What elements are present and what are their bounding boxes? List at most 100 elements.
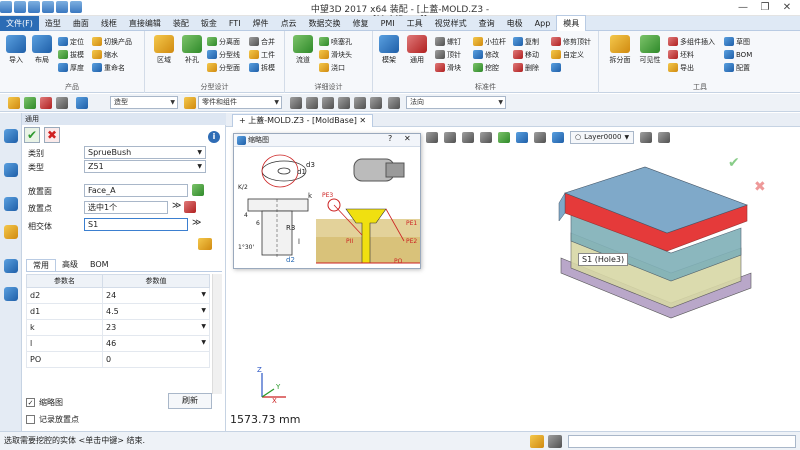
pick-face-icon[interactable] xyxy=(192,184,204,196)
menu-direct-edit[interactable]: 直接编辑 xyxy=(123,16,167,31)
open-file-icon[interactable] xyxy=(28,1,40,13)
param-value[interactable]: 4.5 ▼ xyxy=(102,303,210,320)
modify-button[interactable]: 挖腔 xyxy=(473,62,499,73)
cancel-button[interactable]: ✖ xyxy=(44,127,60,143)
rename-button[interactable]: 重命名 xyxy=(92,62,125,73)
section-icon[interactable] xyxy=(516,131,528,143)
menu-mold[interactable]: 模具 xyxy=(556,15,587,31)
snap5-icon[interactable] xyxy=(354,97,366,109)
minus-icon[interactable] xyxy=(40,97,52,109)
menu-data-exchange[interactable]: 数据交换 xyxy=(303,16,347,31)
thumbnail-checkbox[interactable]: ✓ 缩略图 xyxy=(26,397,63,408)
background-icon[interactable] xyxy=(552,131,564,143)
slider-button[interactable]: 小拉杆 xyxy=(473,36,506,47)
menu-tools[interactable]: 工具 xyxy=(401,16,429,31)
confirm-check-icon[interactable]: ✔ xyxy=(728,155,740,171)
pocket-button[interactable]: 复制 xyxy=(513,36,539,47)
command-input[interactable] xyxy=(568,435,796,448)
visibility-button[interactable]: 可见性 xyxy=(636,35,664,65)
menu-sheetmetal[interactable]: 钣金 xyxy=(195,16,223,31)
filter-combo[interactable]: 零件和组件 ▼ xyxy=(198,96,282,109)
small-pull-rod-button[interactable]: 修改 xyxy=(473,49,499,60)
snap2-icon[interactable] xyxy=(306,97,318,109)
save-icon[interactable] xyxy=(42,1,54,13)
intersect-body-field[interactable]: S1 xyxy=(84,218,188,231)
grid-toggle-icon[interactable] xyxy=(530,435,544,448)
app-logo-icon[interactable] xyxy=(0,1,12,13)
menu-pmi[interactable]: PMI xyxy=(375,16,401,31)
double-chevron-icon[interactable]: ≫ xyxy=(172,201,181,211)
menu-file[interactable]: 文件(F) xyxy=(0,15,39,31)
delete-button[interactable]: 修剪顶针 xyxy=(551,36,591,47)
snap7-icon[interactable] xyxy=(388,97,400,109)
refresh-button[interactable]: 刷新 xyxy=(168,393,212,409)
slider-head-button[interactable]: 滑块头 xyxy=(319,49,352,60)
user-icon[interactable] xyxy=(4,287,18,301)
ok-button[interactable]: ✔ xyxy=(24,127,40,143)
menu-weldment[interactable]: 焊件 xyxy=(247,16,275,31)
param-value[interactable]: 46 ▼ xyxy=(102,335,210,352)
place-point-field[interactable]: 选中1个 xyxy=(84,201,168,214)
mode-combo[interactable]: 造型 ▼ xyxy=(110,96,178,109)
ejector-pin-button[interactable]: 顶针 xyxy=(435,49,461,60)
menu-visual-style[interactable]: 视觉样式 xyxy=(429,16,473,31)
window-toggle-icon[interactable] xyxy=(548,435,562,448)
table-scrollbar[interactable] xyxy=(212,274,222,394)
menu-repair[interactable]: 修复 xyxy=(347,16,375,31)
parts-filter-icon[interactable] xyxy=(184,97,196,109)
region-button[interactable]: 区域 xyxy=(151,35,177,65)
select-icon[interactable] xyxy=(8,97,20,109)
tab-common[interactable]: 常用 xyxy=(26,259,56,271)
screw-button[interactable]: 螺钉 xyxy=(435,36,461,47)
menu-fti[interactable]: FTI xyxy=(223,16,247,31)
help-icon[interactable]: ? xyxy=(388,134,392,143)
fit-icon[interactable] xyxy=(462,131,474,143)
properties-icon[interactable] xyxy=(4,259,18,273)
layer-settings-icon[interactable] xyxy=(640,131,653,143)
menu-app[interactable]: App xyxy=(529,16,557,31)
redo-icon[interactable] xyxy=(70,1,82,13)
custom-button[interactable] xyxy=(551,62,563,73)
graphics-viewport[interactable]: + 上蓋-MOLD.Z3 - [MoldBase] ✕ ○ Layer0000 ▼ … xyxy=(226,113,800,431)
expand-chevron-icon[interactable]: ≫ xyxy=(192,218,201,228)
runner-button[interactable]: 流道 xyxy=(289,35,317,65)
brush-icon[interactable] xyxy=(198,238,212,250)
position-button[interactable]: 定位 xyxy=(58,36,84,47)
param-value[interactable]: 23 ▼ xyxy=(102,319,210,336)
multi-insert-button[interactable]: 多组件插入 xyxy=(668,36,715,47)
add-tab-icon[interactable]: + xyxy=(239,116,248,125)
copy-button[interactable]: 移动 xyxy=(513,49,539,60)
snap-icon[interactable] xyxy=(290,97,302,109)
cancel-x-icon[interactable]: ✖ xyxy=(754,179,766,195)
menu-point-cloud[interactable]: 点云 xyxy=(275,16,303,31)
snap6-icon[interactable] xyxy=(370,97,382,109)
view-manager-icon[interactable] xyxy=(4,225,18,239)
sketch-button[interactable]: 草图 xyxy=(724,36,750,47)
lifter-button[interactable]: 滑块 xyxy=(435,62,461,73)
move-button[interactable]: 删除 xyxy=(513,62,539,73)
new-file-icon[interactable] xyxy=(14,1,26,13)
snap4-icon[interactable] xyxy=(338,97,350,109)
view-settings-icon[interactable] xyxy=(658,131,671,143)
assembly-tree-icon[interactable] xyxy=(4,163,18,177)
gate-button[interactable]: 浇口 xyxy=(319,62,345,73)
circle-select-icon[interactable] xyxy=(76,97,88,109)
layer-combo[interactable]: ○ Layer0000 ▼ xyxy=(570,130,635,144)
trim-ejector-button[interactable]: 自定义 xyxy=(551,49,584,60)
history-manager-icon[interactable] xyxy=(4,129,18,143)
tab-advanced[interactable]: 高级 xyxy=(56,259,84,271)
close-icon[interactable]: ✕ xyxy=(776,0,798,16)
mold-base-button[interactable]: 模架 xyxy=(375,35,403,65)
restore-icon[interactable]: ❐ xyxy=(754,0,776,16)
menu-inquire[interactable]: 查询 xyxy=(473,16,501,31)
shade-icon[interactable] xyxy=(498,131,510,143)
param-value[interactable]: 24 ▼ xyxy=(102,287,210,304)
config-button[interactable]: 配置 xyxy=(724,62,750,73)
direction-combo[interactable]: 法向 ▼ xyxy=(406,96,506,109)
patch-hole-button[interactable]: 补孔 xyxy=(179,35,205,65)
layout-button[interactable]: 布局 xyxy=(30,35,54,65)
menu-modeling[interactable]: 造型 xyxy=(39,16,67,31)
help-icon[interactable]: i xyxy=(208,131,220,143)
menu-wireframe[interactable]: 线框 xyxy=(95,16,123,31)
menu-electrode[interactable]: 电极 xyxy=(501,16,529,31)
